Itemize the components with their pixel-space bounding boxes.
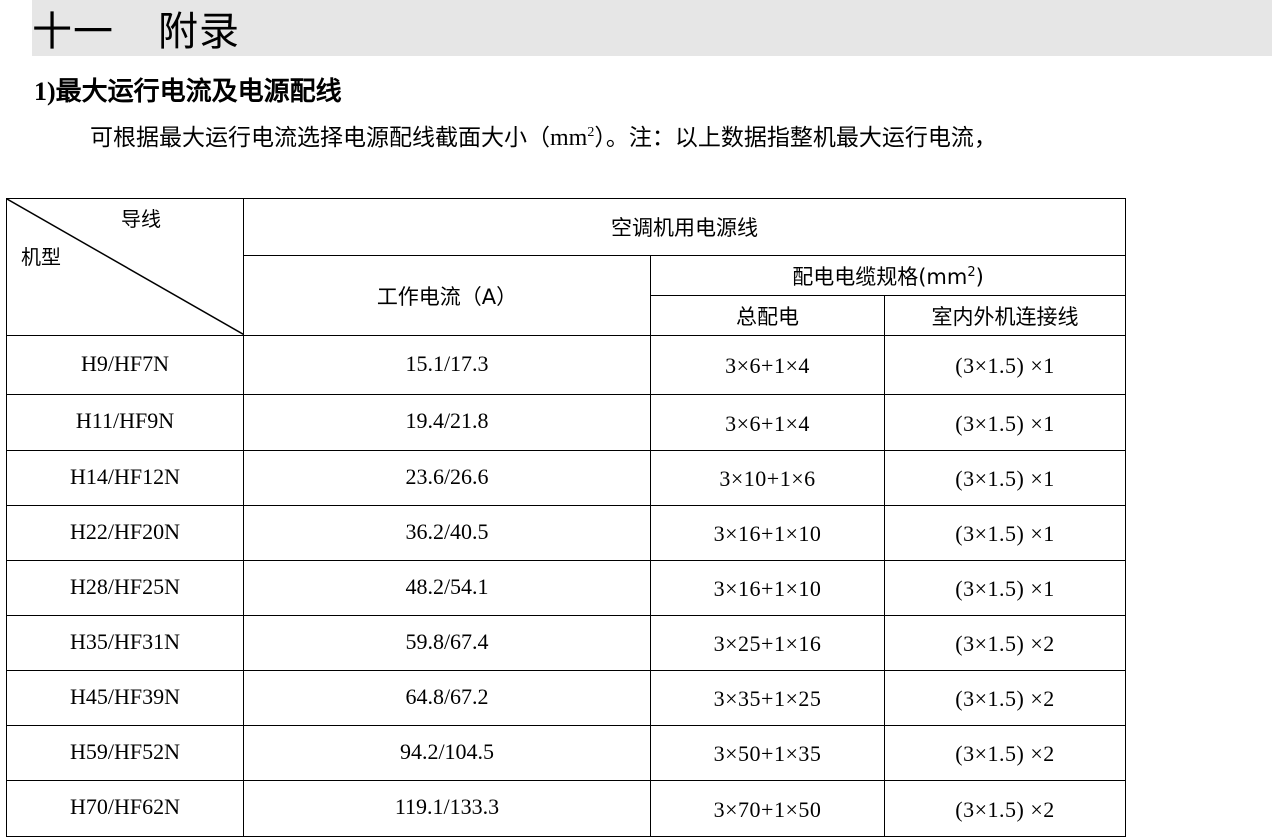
indoor-outdoor-link-cell: (3×1.5) ×1 [883,560,1127,616]
current-cell: 19.4/21.8 [243,394,651,451]
current-cell: 64.8/67.2 [243,670,651,726]
model-cell: H14/HF12N [6,450,244,506]
total-distribution-cell: 3×35+1×25 [650,670,885,726]
total-distribution-cell: 3×16+1×10 [650,505,885,561]
chapter-number: 十一 [32,9,114,55]
current-cell: 15.1/17.3 [243,335,651,395]
corner-label-conductor: 导线 [121,207,161,231]
indoor-outdoor-link-cell: (3×1.5) ×2 [883,670,1127,726]
indoor-outdoor-link-cell: (3×1.5) ×2 [883,725,1127,781]
total-distribution-cell: 3×70+1×50 [650,780,885,837]
current-cell: 48.2/54.1 [243,560,651,616]
table-row: H11/HF9N 19.4/21.8 3×6+1×4 (3×1.5) ×1 [6,394,1127,451]
total-distribution-cell: 3×6+1×4 [650,394,885,451]
current-cell: 119.1/133.3 [243,780,651,837]
current-cell: 36.2/40.5 [243,505,651,561]
cable-spec-header-text: 配电电缆规格(mm [792,264,968,289]
model-cell: H11/HF9N [6,394,244,451]
corner-header-cell: 导线 机型 [6,198,244,336]
model-cell: H70/HF62N [6,780,244,837]
section-title: 1)最大运行电流及电源配线 [34,74,342,110]
indoor-outdoor-link-cell: (3×1.5) ×1 [883,505,1127,561]
table-row: H59/HF52N 94.2/104.5 3×50+1×35 (3×1.5) ×2 [6,725,1127,781]
current-cell: 59.8/67.4 [243,615,651,671]
total-distribution-cell: 3×50+1×35 [650,725,885,781]
intro-text-after: ）。注：以上数据指整机最大运行电流， [594,125,997,151]
model-cell: H35/HF31N [6,615,244,671]
group-header-cell: 空调机用电源线 [242,198,1127,256]
intro-unit: mm2 [550,125,594,151]
indoor-outdoor-link-cell: (3×1.5) ×2 [883,780,1127,837]
total-distribution-cell: 3×6+1×4 [650,335,885,395]
table-row: H9/HF7N 15.1/17.3 3×6+1×4 (3×1.5) ×1 [6,335,1127,395]
table-row: H70/HF62N 119.1/133.3 3×70+1×50 (3×1.5) ×2 [6,780,1127,837]
current-cell: 94.2/104.5 [243,725,651,781]
section-number: 1) [34,77,56,106]
power-cable-spec-table: 导线 机型 空调机用电源线 工作电流（A） 配电电缆规格(mm2) 总配电 室内… [6,198,1127,837]
current-cell: 23.6/26.6 [243,450,651,506]
intro-paragraph: 可根据最大运行电流选择电源配线截面大小（mm2）。注：以上数据指整机最大运行电流… [90,120,997,156]
model-cell: H28/HF25N [6,560,244,616]
indoor-outdoor-link-cell: (3×1.5) ×1 [883,450,1127,506]
chapter-title: 十一 附录 [32,2,240,55]
table-row: H22/HF20N 36.2/40.5 3×16+1×10 (3×1.5) ×1 [6,505,1127,561]
cable-spec-header-sup: 2 [967,264,976,280]
header-row-1: 导线 机型 空调机用电源线 [6,198,1127,336]
chapter-name: 附录 [158,9,240,55]
section-name: 最大运行电流及电源配线 [55,77,342,107]
corner-label-model: 机型 [21,245,61,269]
table-row: H28/HF25N 48.2/54.1 3×16+1×10 (3×1.5) ×1 [6,560,1127,616]
current-header-cell: 工作电流（A） [243,255,651,336]
model-cell: H22/HF20N [6,505,244,561]
cable-spec-header-close: ) [975,264,984,289]
total-distribution-cell: 3×10+1×6 [650,450,885,506]
chapter-heading-bar: 十一 附录 [32,0,1272,56]
indoor-outdoor-link-cell: (3×1.5) ×1 [883,394,1127,451]
total-distribution-cell: 3×25+1×16 [650,615,885,671]
total-distribution-cell: 3×16+1×10 [650,560,885,616]
model-cell: H9/HF7N [6,335,244,395]
cable-spec-header-cell: 配电电缆规格(mm2) [649,255,1127,296]
indoor-outdoor-link-header-cell: 室内外机连接线 [883,295,1127,336]
table-row: H35/HF31N 59.8/67.4 3×25+1×16 (3×1.5) ×2 [6,615,1127,671]
total-distribution-header-cell: 总配电 [650,295,885,336]
intro-text-before: 可根据最大运行电流选择电源配线截面大小（ [90,125,550,151]
model-cell: H45/HF39N [6,670,244,726]
indoor-outdoor-link-cell: (3×1.5) ×1 [883,335,1127,395]
indoor-outdoor-link-cell: (3×1.5) ×2 [883,615,1127,671]
intro-unit-text: mm [550,125,588,151]
table-row: H45/HF39N 64.8/67.2 3×35+1×25 (3×1.5) ×2 [6,670,1127,726]
table-row: H14/HF12N 23.6/26.6 3×10+1×6 (3×1.5) ×1 [6,450,1127,506]
model-cell: H59/HF52N [6,725,244,781]
